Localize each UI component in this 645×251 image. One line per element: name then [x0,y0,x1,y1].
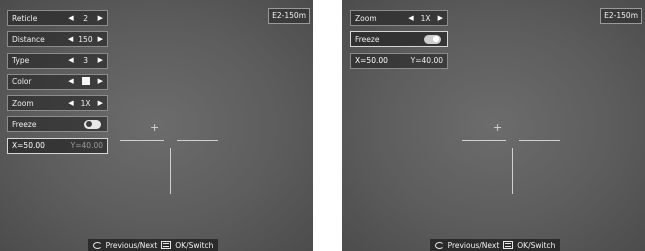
arrow-right-icon[interactable]: ▶ [98,57,103,64]
menu-item-freeze[interactable]: Freeze [350,31,448,48]
reticle-line-left [462,140,506,141]
toggle-knob [86,121,92,128]
footer-hint-bar: Previous/Next OK/Switch [430,239,560,251]
model-badge: E2-150m [600,8,642,24]
cycle-arrows-icon [434,241,444,249]
menu-item-value: 2 [83,13,88,23]
arrow-left-icon[interactable]: ◀ [68,14,73,22]
menu-item-label: Type [12,56,30,66]
hint-ok-switch: OK/Switch [517,240,556,250]
menu-item-reticle[interactable]: Reticle ◀ 2 ▶ [7,10,108,26]
reticle-menu: Reticle ◀ 2 ▶ Distance ◀ 150 ▶ Type ◀ 3 … [7,10,108,159]
thermal-view-right: E2-150m Zoom ◀ 1X ▶ Freeze X=50.00 Y=40.… [342,0,645,251]
menu-item-label: Distance [12,34,45,44]
menu-item-label: Freeze [355,34,380,44]
hint-previous-next: Previous/Next [447,240,500,250]
coord-y: Y=40.00 [70,141,103,151]
menu-item-type[interactable]: Type ◀ 3 ▶ [7,52,108,69]
reticle-line-left [120,140,164,141]
hint-ok-switch: OK/Switch [175,240,214,250]
model-badge: E2-150m [268,8,310,24]
menu-item-value: 150 [78,34,93,44]
menu-item-zoom[interactable]: Zoom ◀ 1X ▶ [7,95,108,112]
cycle-arrows-icon [92,241,102,249]
arrow-left-icon[interactable]: ◀ [68,57,73,64]
coord-y: Y=40.00 [410,56,443,66]
menu-item-label: Zoom [355,13,377,23]
menu-item-color[interactable]: Color ◀ ▶ [7,73,108,90]
reticle-plus-icon: + [493,121,503,134]
menu-item-value: 1X [420,13,431,23]
menu-item-label: Freeze [12,119,37,129]
reticle-line-bottom [512,148,513,194]
footer-hint-bar: Previous/Next OK/Switch [88,239,218,251]
toggle-knob [433,36,439,43]
freeze-toggle[interactable] [424,34,441,44]
menu-button-icon [503,241,514,249]
arrow-right-icon[interactable]: ▶ [98,14,103,22]
arrow-left-icon[interactable]: ◀ [68,78,73,85]
reticle-line-right [177,140,218,141]
coordinates-readout[interactable]: X=50.00 Y=40.00 [350,52,448,69]
freeze-toggle[interactable] [84,119,101,129]
menu-item-freeze[interactable]: Freeze [7,116,108,133]
white-square-swatch-icon [81,76,90,85]
menu-item-value: 3 [83,56,88,66]
thermal-view-left: E2-150m Reticle ◀ 2 ▶ Distance ◀ 150 ▶ T… [0,0,313,251]
coord-x: X=50.00 [12,141,45,151]
reticle-plus-icon: + [150,121,160,134]
arrow-left-icon[interactable]: ◀ [68,35,73,43]
reticle-line-right [519,140,560,141]
arrow-right-icon[interactable]: ▶ [438,14,443,22]
menu-item-label: Color [12,77,32,87]
menu-item-zoom[interactable]: Zoom ◀ 1X ▶ [350,10,448,26]
hint-previous-next: Previous/Next [105,240,158,250]
menu-item-label: Reticle [12,13,38,23]
coord-x: X=50.00 [355,56,388,66]
arrow-right-icon[interactable]: ▶ [98,99,103,107]
arrow-left-icon[interactable]: ◀ [408,14,413,22]
menu-item-value: 1X [80,98,91,108]
menu-item-label: Zoom [12,98,34,108]
quick-menu: Zoom ◀ 1X ▶ Freeze X=50.00 Y=40.00 [350,10,448,74]
coordinates-readout[interactable]: X=50.00 Y=40.00 [7,137,108,154]
arrow-right-icon[interactable]: ▶ [98,78,103,85]
arrow-left-icon[interactable]: ◀ [68,99,73,107]
menu-item-distance[interactable]: Distance ◀ 150 ▶ [7,31,108,48]
menu-button-icon [161,241,172,249]
reticle-line-bottom [170,148,171,194]
arrow-right-icon[interactable]: ▶ [98,35,103,43]
